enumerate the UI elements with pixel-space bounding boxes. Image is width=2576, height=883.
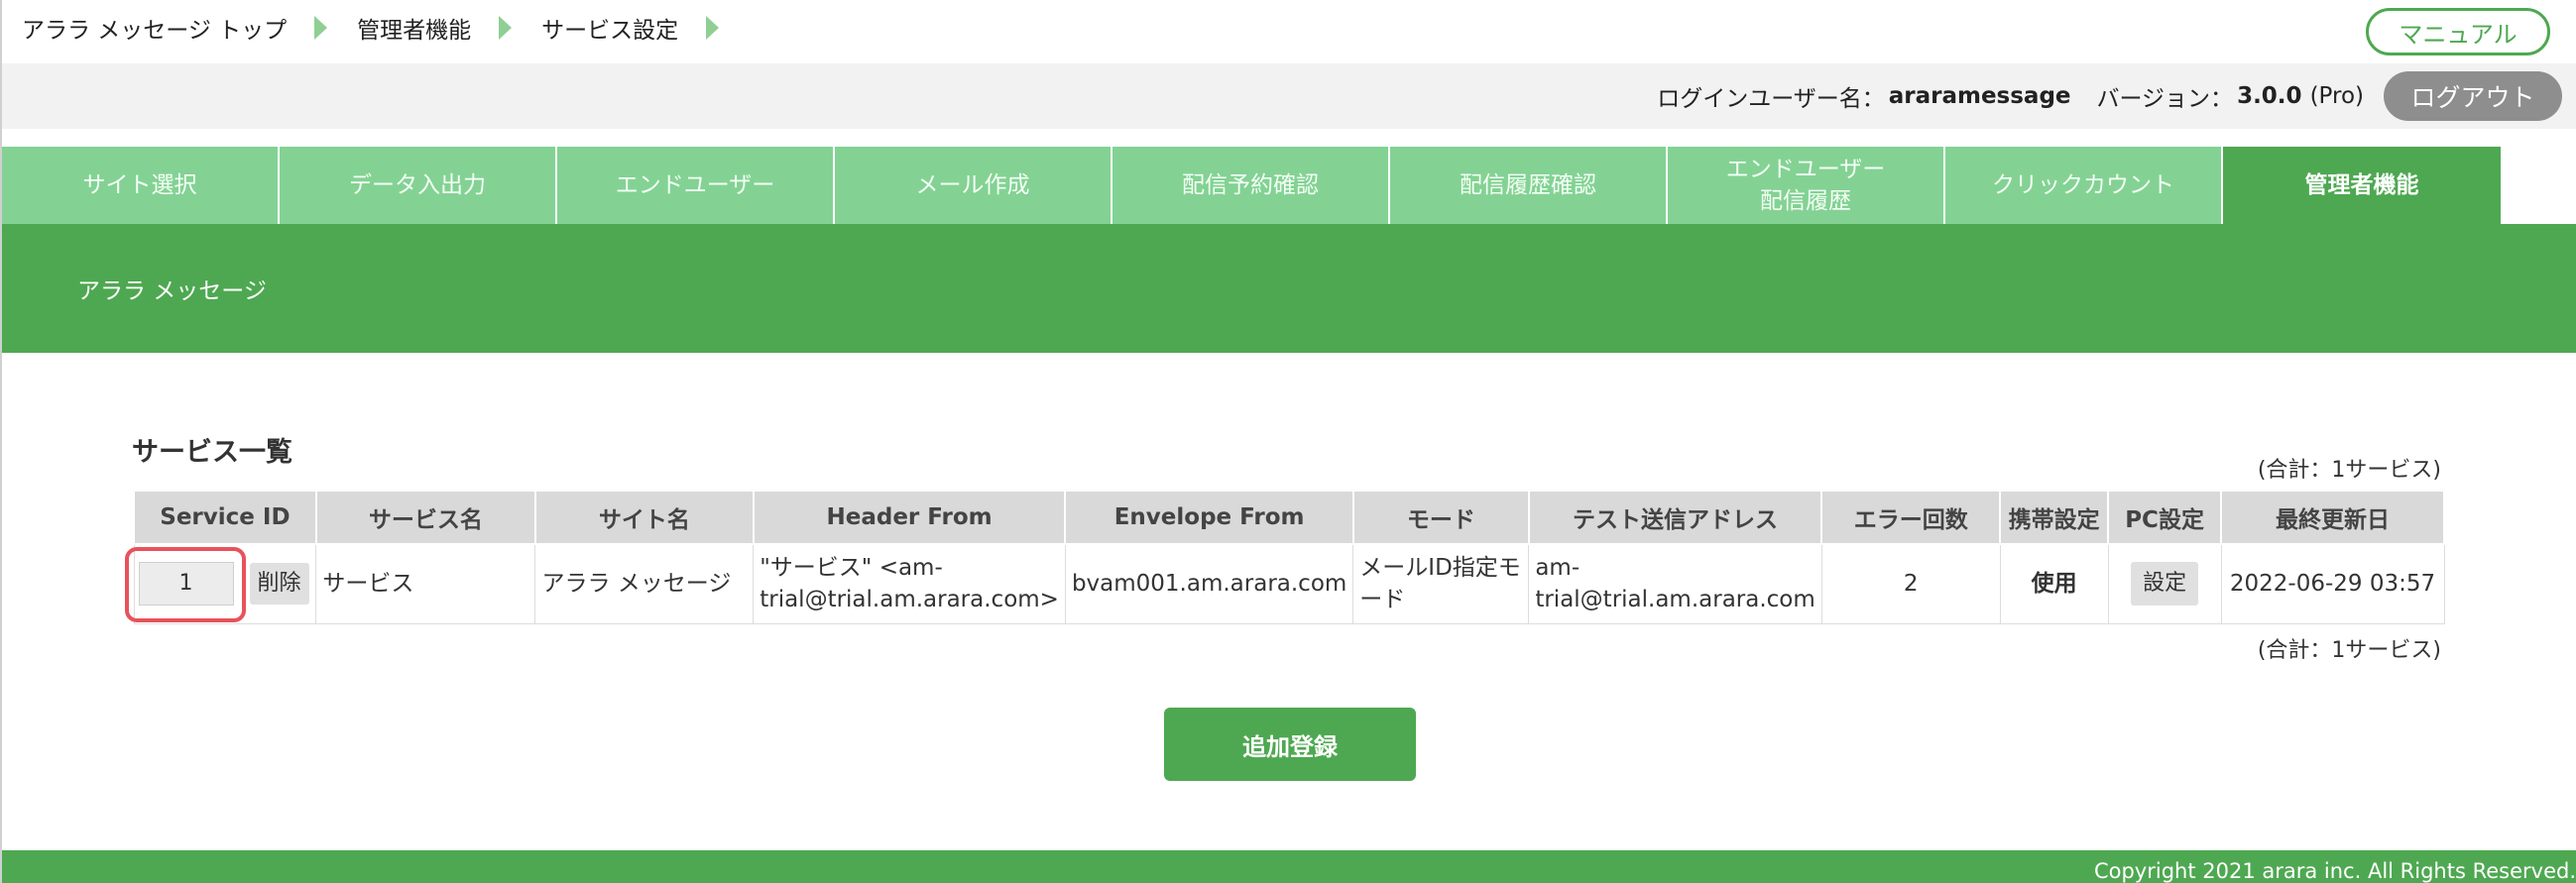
service-id-cell: 1 削除 <box>133 543 317 624</box>
breadcrumb-top-link[interactable]: アララ メッセージ トップ <box>22 11 287 45</box>
service-name-cell: サービス <box>315 543 536 624</box>
tab-data-io[interactable]: データ入出力 <box>280 147 557 224</box>
pc-setting-cell: 設定 <box>2107 543 2222 624</box>
tab-mail-create[interactable]: メール作成 <box>835 147 1112 224</box>
table-row: 1 削除 サービス アララ メッセージ "サービス" <am-trial@tri… <box>133 543 2445 624</box>
column-header: サービス名 <box>314 490 536 545</box>
login-user-label: ログインユーザー名： <box>1657 86 1885 112</box>
column-header: テスト送信アドレス <box>1527 490 1823 545</box>
column-header: PC設定 <box>2107 490 2223 545</box>
last-updated-cell: 2022-06-29 03:57 <box>2220 543 2445 624</box>
logout-button[interactable]: ログアウト <box>2384 71 2562 121</box>
envelope-from-cell: bvam001.am.arara.com <box>1064 543 1354 624</box>
tab-click-count[interactable]: クリックカウント <box>1945 147 2223 224</box>
service-id-field[interactable]: 1 <box>138 562 234 607</box>
copyright-text: Copyright 2021 arara inc. All Rights Res… <box>2093 859 2576 883</box>
column-header: Header From <box>752 490 1067 545</box>
version-number: 3.0.0 <box>2237 83 2302 109</box>
pc-setting-button[interactable]: 設定 <box>2131 562 2199 607</box>
main-tabs: サイト選択 データ入出力 エンドユーザー メール作成 配信予約確認 配信履歴確認… <box>2 147 2576 224</box>
mode-cell: メールID指定モード <box>1352 543 1530 624</box>
mobile-setting-cell: 使用 <box>1999 543 2109 624</box>
section-title: サービス一覧 <box>132 437 293 468</box>
login-user-name: araramessage <box>1888 83 2071 109</box>
breadcrumb: アララ メッセージ トップ 管理者機能 サービス設定 <box>22 0 749 55</box>
breadcrumb-arrow-icon <box>499 16 513 40</box>
breadcrumb-arrow-icon <box>314 16 328 40</box>
footer: Copyright 2021 arara inc. All Rights Res… <box>2 850 2576 883</box>
add-register-button[interactable]: 追加登録 <box>1164 708 1416 781</box>
breadcrumb-current: サービス設定 <box>541 18 679 44</box>
table-header-row: Service ID サービス名 サイト名 Header From Envelo… <box>133 490 2445 545</box>
breadcrumb-admin-link[interactable]: 管理者機能 <box>357 11 471 45</box>
breadcrumb-arrow-icon <box>706 16 720 40</box>
page: アララ メッセージ トップ 管理者機能 サービス設定 マニュアル ログインユーザ… <box>0 0 2576 883</box>
column-header: 最終更新日 <box>2220 490 2445 545</box>
service-table: Service ID サービス名 サイト名 Header From Envelo… <box>133 490 2445 624</box>
tab-delivery-history[interactable]: 配信履歴確認 <box>1390 147 1668 224</box>
tab-end-user-history[interactable]: エンドユーザー 配信履歴 <box>1668 147 1945 224</box>
column-header: Service ID <box>133 490 317 545</box>
site-banner: アララ メッセージ <box>2 224 2576 353</box>
tab-end-user[interactable]: エンドユーザー <box>557 147 835 224</box>
delete-button[interactable]: 削除 <box>249 563 309 606</box>
tab-delivery-schedule[interactable]: 配信予約確認 <box>1112 147 1390 224</box>
column-header: エラー回数 <box>1820 490 2002 545</box>
site-name-cell: アララ メッセージ <box>534 543 755 624</box>
error-count-cell: 2 <box>1820 543 2001 624</box>
total-count-top: (合計：1サービス) <box>2257 458 2441 483</box>
manual-button[interactable]: マニュアル <box>2366 8 2550 55</box>
current-site-name: アララ メッセージ <box>77 278 267 304</box>
column-header: モード <box>1351 490 1530 545</box>
header-from-cell: "サービス" <am-trial@trial.am.arara.com> <box>753 543 1066 624</box>
total-count-bottom: (合計：1サービス) <box>2257 638 2441 663</box>
column-header: Envelope From <box>1064 490 1354 545</box>
version-edition: (Pro) <box>2309 83 2364 109</box>
column-header: サイト名 <box>533 490 755 545</box>
tab-site-select[interactable]: サイト選択 <box>2 147 280 224</box>
test-address-cell: am-trial@trial.am.arara.com <box>1528 543 1822 624</box>
tab-admin[interactable]: 管理者機能 <box>2223 147 2501 224</box>
column-header: 携帯設定 <box>1999 490 2110 545</box>
user-bar: ログインユーザー名： araramessage バージョン： 3.0.0 (Pr… <box>2 63 2576 129</box>
version-label: バージョン： <box>2096 86 2234 112</box>
